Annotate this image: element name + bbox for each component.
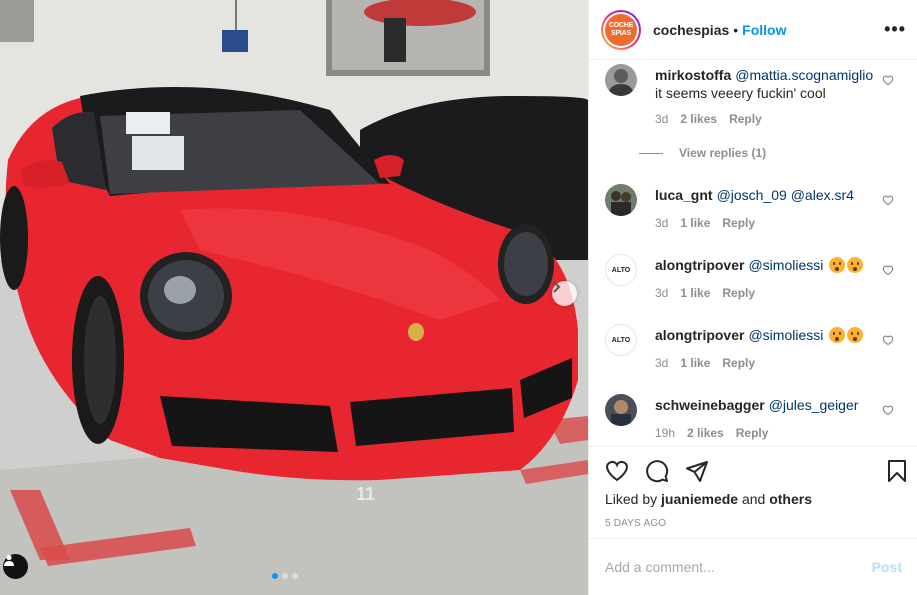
comment-avatar[interactable]: ALTO [605,324,637,356]
comment-time: 3d [655,356,669,370]
user-tag-icon [4,554,14,566]
liked-by-username[interactable]: juaniemede [661,491,738,507]
header-username[interactable]: cochespias [653,22,729,38]
comment-bubble-icon[interactable] [645,459,669,483]
comment-time: 3d [655,286,669,300]
post-actions: Liked by juaniemede and others 5 DAYS AG… [589,446,917,538]
comment-avatar[interactable] [605,64,637,96]
save-bookmark-icon[interactable] [885,459,909,483]
comment-likes[interactable]: 1 like [680,216,710,230]
comment-time: 3d [655,112,669,126]
comment-likes[interactable]: 1 like [680,286,710,300]
comment-mention[interactable]: @jules_geiger [769,397,859,413]
post-photo[interactable]: 11 [0,0,588,595]
follow-button[interactable]: Follow [742,22,786,38]
reply-button[interactable]: Reply [736,426,769,440]
post-comment-button[interactable]: Post [872,559,902,575]
reply-button[interactable]: Reply [722,356,755,370]
reply-button[interactable]: Reply [729,112,762,126]
heart-icon[interactable] [882,264,894,276]
comment-text: it seems veeery fuckin' cool [655,85,826,101]
more-options-icon[interactable]: ••• [884,20,906,38]
carousel-dot [292,573,298,579]
comment-meta: 3d 1 like Reply [655,216,755,230]
post-header: COCHE SPIAS cochespias • Follow ••• [589,0,917,60]
comment-username[interactable]: alongtripover [655,257,744,273]
hushed-face-emoji [847,327,864,343]
hushed-face-emoji [829,327,846,343]
carousel-dots [272,573,298,579]
comment-username[interactable]: luca_gnt [655,187,713,203]
comment-username[interactable]: alongtripover [655,327,744,343]
tagged-users-button[interactable] [3,554,28,579]
comment-item: ALTO alongtripover @simoliessi 3d 1 like … [605,324,905,384]
comment-mention[interactable]: @simoliessi [748,327,823,343]
heart-icon[interactable] [882,404,894,416]
carousel-dot-active [272,573,278,579]
like-heart-icon[interactable] [605,459,629,483]
comment-input[interactable] [605,559,872,575]
heart-icon[interactable] [882,74,894,86]
comment-item: mirkostoffa @mattia.scognamiglio it seems… [605,64,905,164]
heart-icon[interactable] [882,334,894,346]
comment-likes[interactable]: 2 likes [687,426,724,440]
comment-mention[interactable]: @josch_09 @alex.sr4 [717,187,854,203]
comment-mention[interactable]: @mattia.scognamiglio [735,67,873,83]
comment-username[interactable]: schweinebagger [655,397,765,413]
post-side-panel: COCHE SPIAS cochespias • Follow ••• mirk… [588,0,917,595]
comment-meta: 3d 2 likes Reply [655,112,762,126]
reply-button[interactable]: Reply [722,216,755,230]
hushed-face-emoji [829,257,846,273]
comment-likes[interactable]: 1 like [680,356,710,370]
next-photo-button[interactable] [552,281,577,306]
comment-avatar[interactable] [605,394,637,426]
comment-time: 19h [655,426,676,440]
liked-by-text: Liked by juaniemede and others [605,491,813,507]
comment-item: ALTO alongtripover @simoliessi 3d 1 like … [605,254,905,314]
comment-likes[interactable]: 2 likes [680,112,717,126]
comment-item: luca_gnt @josch_09 @alex.sr4 3d 1 like Re… [605,184,905,244]
comment-meta: 19h 2 likes Reply [655,426,768,440]
post-timestamp[interactable]: 5 DAYS AGO [605,518,666,529]
floor-number: 11 [356,484,375,504]
comment-mention[interactable]: @simoliessi [748,257,823,273]
comment-avatar[interactable]: ALTO [605,254,637,286]
heart-icon[interactable] [882,194,894,206]
view-replies-button[interactable]: View replies (1) [639,146,766,160]
chevron-right-icon [553,281,561,293]
profile-avatar[interactable]: COCHE SPIAS [601,9,641,50]
carousel-dot [282,573,288,579]
reply-button[interactable]: Reply [722,286,755,300]
comment-time: 3d [655,216,669,230]
comment-meta: 3d 1 like Reply [655,286,755,300]
share-paper-plane-icon[interactable] [685,459,709,483]
cochespias-logo: COCHE SPIAS [605,13,637,46]
comment-item: schweinebagger @jules_geiger 19h 2 likes … [605,394,905,446]
comments-list[interactable]: mirkostoffa @mattia.scognamiglio it seems… [589,60,917,446]
liked-by-others-link[interactable]: others [769,491,812,507]
add-comment-bar: Post [589,538,917,595]
separator-dot: • [733,21,739,38]
comment-username[interactable]: mirkostoffa [655,67,731,83]
hushed-face-emoji [847,257,864,273]
comment-meta: 3d 1 like Reply [655,356,755,370]
comment-avatar[interactable] [605,184,637,216]
car-photo-image: 11 [0,0,588,595]
